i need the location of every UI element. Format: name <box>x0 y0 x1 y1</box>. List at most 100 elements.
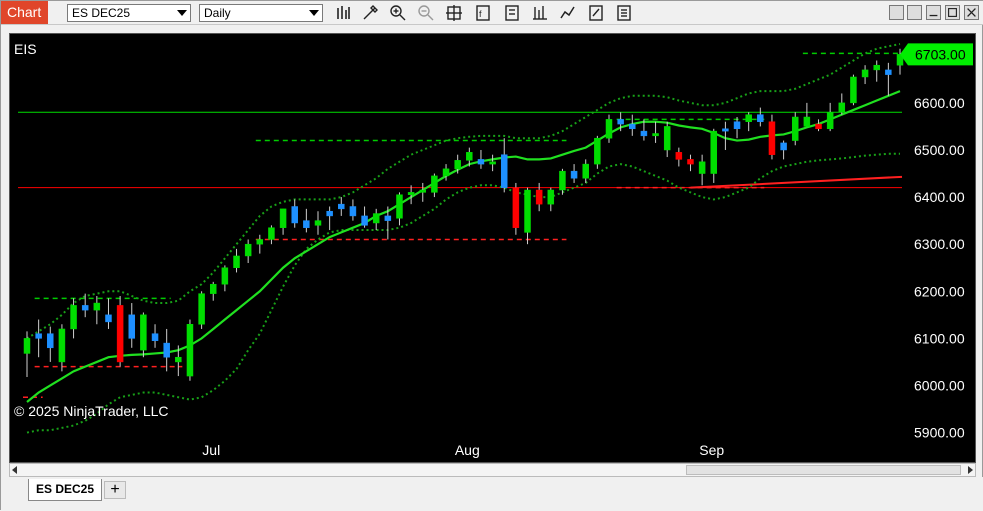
strategies-icon[interactable] <box>503 4 521 22</box>
interval-selector[interactable]: Daily <box>199 4 323 22</box>
price-tick-label: 6300.00 <box>914 236 965 252</box>
indicators-icon[interactable]: f <box>474 4 492 22</box>
candle-body <box>291 206 298 224</box>
candle-body <box>396 194 403 219</box>
candle-body <box>663 126 671 151</box>
candle <box>431 173 438 198</box>
level-lines <box>18 52 904 399</box>
zoom-out-icon[interactable] <box>417 4 435 22</box>
candle <box>314 211 322 235</box>
candle <box>268 225 275 245</box>
horizontal-scrollbar[interactable] <box>9 463 976 477</box>
candle <box>629 114 636 136</box>
chart-window-tab[interactable]: Chart <box>1 1 48 24</box>
chart-panel[interactable]: 6600.00 6500.00 6400.00 6300.00 6200.00 6100.… <box>9 33 976 463</box>
candle <box>710 128 718 183</box>
candle <box>722 121 729 150</box>
tab-es-dec25[interactable]: ES DEC25 <box>28 479 102 501</box>
candle-body <box>803 116 811 127</box>
candle-body <box>47 333 54 349</box>
price-tick-label: 6500.00 <box>914 142 965 158</box>
price-chart[interactable]: 6600.00 6500.00 6400.00 6300.00 6200.00 6100.… <box>10 34 975 462</box>
candle-body <box>454 160 461 170</box>
candle <box>116 295 124 367</box>
scroll-right-icon[interactable] <box>966 466 974 475</box>
bands <box>26 43 901 434</box>
candle-body <box>407 192 415 195</box>
candle <box>663 121 671 158</box>
maximize-icon[interactable] <box>945 5 960 20</box>
add-tab-button[interactable]: + <box>104 481 126 499</box>
candle <box>140 312 147 358</box>
scrollbar-thumb[interactable] <box>686 465 961 475</box>
chart-window: Chart ES DEC25 Daily f 6600.00 6500.00 6… <box>0 0 983 511</box>
time-tick-label: Sep <box>699 442 724 458</box>
instrument-value: ES DEC25 <box>72 6 131 20</box>
layout-icon[interactable] <box>889 5 904 20</box>
candle-body <box>175 356 182 363</box>
candle <box>524 187 531 245</box>
time-axis: Jul Aug Sep <box>202 442 724 458</box>
candle-body <box>151 333 159 341</box>
candle <box>128 303 136 348</box>
candle-body <box>757 114 764 122</box>
scroll-left-icon[interactable] <box>11 466 19 475</box>
candle <box>838 93 846 115</box>
candle-body <box>186 323 194 377</box>
candle <box>372 208 380 231</box>
minimize-icon[interactable] <box>926 5 941 20</box>
candle <box>768 114 776 160</box>
time-tick-label: Jul <box>202 442 220 458</box>
zoom-in-icon[interactable] <box>389 4 407 22</box>
candle-body <box>303 220 310 228</box>
properties-icon[interactable] <box>587 4 605 22</box>
candle-body <box>279 208 287 228</box>
candle-body <box>35 333 42 339</box>
interval-value: Daily <box>204 6 231 20</box>
candle-body <box>640 130 648 137</box>
bars-type-icon[interactable] <box>334 4 352 22</box>
candle <box>35 319 42 358</box>
data-box-icon[interactable] <box>615 4 633 22</box>
candle <box>477 149 485 169</box>
candle <box>652 121 659 143</box>
price-tick-label: 6400.00 <box>914 189 965 205</box>
price-tick-label: 5900.00 <box>914 425 965 441</box>
candle <box>244 239 252 264</box>
templates-icon[interactable] <box>559 4 577 22</box>
price-tick-label: 6000.00 <box>914 377 965 393</box>
drawing-tools-icon[interactable] <box>361 4 379 22</box>
candle <box>850 74 857 106</box>
snap-icon[interactable] <box>907 5 922 20</box>
chevron-down-icon <box>177 10 187 16</box>
candle-body <box>372 213 380 224</box>
candle <box>105 298 112 329</box>
chart-trader-icon[interactable] <box>531 4 549 22</box>
candle <box>198 291 205 329</box>
price-axis: 6600.00 6500.00 6400.00 6300.00 6200.00 6100.… <box>914 95 965 441</box>
band-upper-line <box>26 43 901 340</box>
candle <box>861 65 869 85</box>
candle-body <box>570 170 578 179</box>
candle <box>221 265 229 292</box>
crosshair-icon[interactable] <box>445 4 463 22</box>
copyright-label: © 2025 NinjaTrader, LLC <box>14 403 169 419</box>
candle-body <box>605 119 613 139</box>
candle-body <box>791 116 799 141</box>
candle-body <box>198 293 205 325</box>
candle <box>489 154 496 172</box>
candle <box>675 147 683 167</box>
candle <box>186 319 194 381</box>
candle <box>58 324 66 372</box>
candle-body <box>163 342 170 358</box>
candle-body <box>559 170 566 191</box>
instrument-selector[interactable]: ES DEC25 <box>67 4 191 22</box>
chevron-down-icon <box>309 10 319 16</box>
candle-body <box>629 123 636 130</box>
last-price-label: 6703.00 <box>915 46 966 62</box>
chart-tabs: ES DEC25 + <box>1 477 983 511</box>
candle-body <box>233 255 240 268</box>
candle <box>512 182 520 235</box>
close-icon[interactable] <box>964 5 979 20</box>
candle-body <box>361 215 368 226</box>
